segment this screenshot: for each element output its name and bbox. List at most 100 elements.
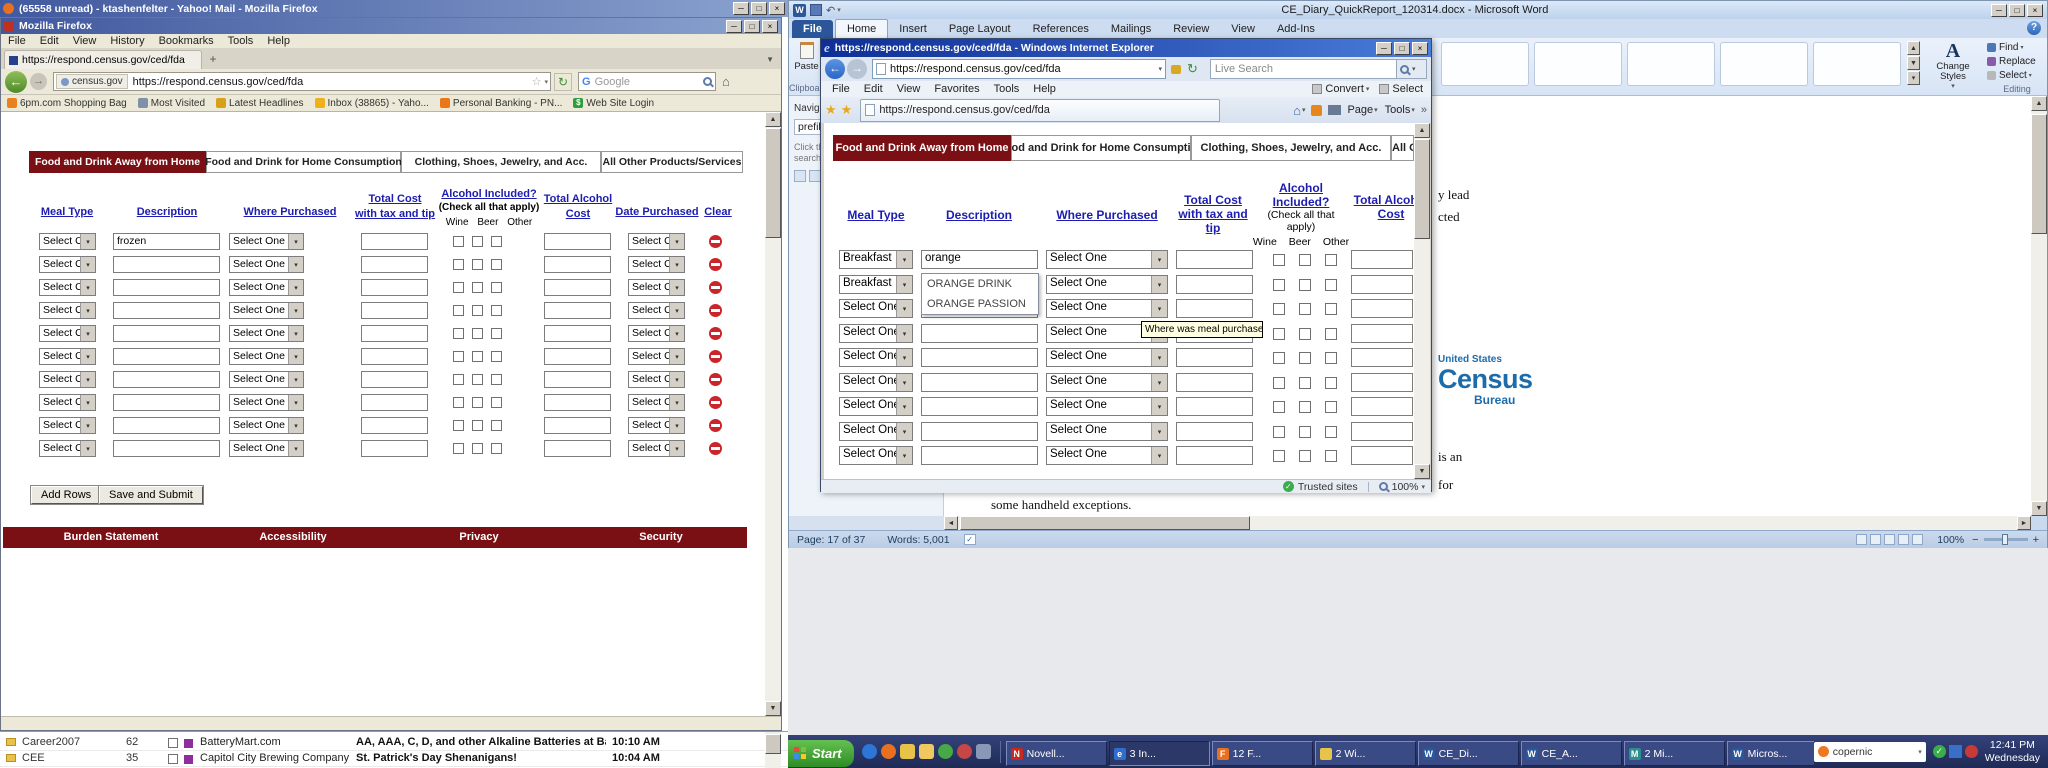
ribbon-tab-page-layout[interactable]: Page Layout [938,20,1022,38]
scrollbar-thumb[interactable] [765,734,781,754]
where-purchased-select[interactable]: Select One▾ [1046,275,1168,294]
message-checkbox[interactable] [168,738,178,748]
menu-edit[interactable]: Edit [33,34,66,48]
zoom-control[interactable]: 100% ▾ [1379,481,1425,493]
view-print-layout-button[interactable] [1856,534,1867,545]
other-checkbox[interactable] [491,397,502,408]
taskbar-button[interactable]: e3 In... [1109,741,1210,766]
gallery-down-icon[interactable]: ▼ [1907,56,1920,70]
ribbon-tab-view[interactable]: View [1220,20,1266,38]
beer-checkbox[interactable] [1299,328,1311,340]
alcohol-cost-input[interactable] [1351,299,1413,318]
firefox-titlebar[interactable]: Mozilla Firefox ─ □ × [1,18,781,34]
total-cost-input[interactable] [1176,422,1253,441]
description-input[interactable] [113,417,220,434]
menu-view[interactable]: View [66,34,104,48]
close-button[interactable]: × [769,2,785,15]
menu-tools[interactable]: Tools [987,82,1027,96]
spellcheck-icon[interactable]: ✓ [964,534,976,545]
description-input[interactable] [113,371,220,388]
meal-type-select[interactable]: Select One▾ [39,279,96,296]
date-purchased-select[interactable]: Select One▾ [628,325,685,342]
message-subject[interactable]: St. Patrick's Day Shenanigans! [356,752,606,764]
wine-checkbox[interactable] [453,259,464,270]
category-tab[interactable]: Food and Drink Away from Home [833,135,1011,161]
other-checkbox[interactable] [1325,352,1337,364]
meal-type-select[interactable]: Select One▾ [39,256,96,273]
description-input[interactable] [921,348,1038,367]
other-checkbox[interactable] [1325,450,1337,462]
zoom-slider[interactable] [1984,538,2028,541]
beer-checkbox[interactable] [1299,303,1311,315]
message-subject[interactable]: AA, AAA, C, D, and other Alkaline Batter… [356,736,606,748]
menu-edit[interactable]: Edit [857,82,890,96]
taskbar-button[interactable]: M2 Mi... [1624,741,1725,766]
alcohol-cost-input[interactable] [1351,446,1413,465]
description-input[interactable] [921,446,1038,465]
meal-type-select[interactable]: Breakfast▾ [839,275,913,294]
scroll-down-icon[interactable]: ▼ [2031,501,2047,516]
address-field[interactable]: https://respond.census.gov/ced/fda ▾ [872,59,1166,79]
where-purchased-select[interactable]: Select One▾ [229,302,304,319]
clear-row-button[interactable] [709,235,722,248]
clear-row-button[interactable] [709,258,722,271]
ribbon-tab-mailings[interactable]: Mailings [1100,20,1162,38]
wine-checkbox[interactable] [1273,450,1285,462]
clear-row-button[interactable] [709,442,722,455]
adobe-select-button[interactable]: Select [1379,83,1423,95]
beer-checkbox[interactable] [472,443,483,454]
site-identity-chip[interactable]: census.gov [56,74,128,89]
maximize-button[interactable]: □ [751,2,767,15]
home-button[interactable]: ⌂ [722,74,730,89]
description-input[interactable] [921,397,1038,416]
forward-button[interactable]: → [847,59,867,79]
convert-button[interactable]: Convert ▾ [1312,83,1369,95]
wine-checkbox[interactable] [453,374,464,385]
view-draft-button[interactable] [1912,534,1923,545]
beer-checkbox[interactable] [472,351,483,362]
wine-checkbox[interactable] [1273,401,1285,413]
scroll-left-icon[interactable]: ◄ [944,516,958,530]
tools-menu-button[interactable]: Tools [1385,104,1411,116]
clear-row-button[interactable] [709,304,722,317]
gallery-up-icon[interactable]: ▲ [1907,41,1920,55]
change-styles-button[interactable]: A Change Styles ▾ [1923,40,1983,92]
ribbon-tab-home[interactable]: Home [835,19,888,38]
meal-type-select[interactable]: Select One▾ [39,302,96,319]
category-tab[interactable]: Clothing, Shoes, Jewelry, and Acc. [401,151,601,173]
alcohol-cost-input[interactable] [544,256,611,273]
meal-type-select[interactable]: Select One▾ [39,440,96,457]
word-titlebar[interactable]: W ↶ ▾ CE_Diary_QuickReport_120314.docx -… [789,1,2047,19]
beer-checkbox[interactable] [1299,377,1311,389]
meal-type-select[interactable]: Select One▾ [839,397,913,416]
total-cost-input[interactable] [1176,348,1253,367]
clear-row-button[interactable] [709,281,722,294]
maximize-button[interactable]: □ [1394,42,1410,55]
message-checkbox[interactable] [168,754,178,764]
undo-icon[interactable]: ↶ [826,4,835,17]
total-cost-input[interactable] [1176,299,1253,318]
description-input[interactable] [921,373,1038,392]
meal-type-select[interactable]: Select One▾ [39,417,96,434]
page-scrollbar[interactable]: ▲ ▼ [765,112,781,716]
replace-button[interactable]: Replace [1987,54,2047,68]
page-menu-button[interactable]: Page [1347,104,1373,116]
other-checkbox[interactable] [1325,426,1337,438]
total-cost-input[interactable] [361,256,428,273]
where-purchased-select[interactable]: Select One▾ [1046,250,1168,269]
close-button[interactable]: × [1412,42,1428,55]
beer-checkbox[interactable] [1299,401,1311,413]
total-cost-input[interactable] [1176,275,1253,294]
where-purchased-select[interactable]: Select One▾ [1046,397,1168,416]
menu-file[interactable]: File [825,82,857,96]
ie-titlebar[interactable]: e https://respond.census.gov/ced/fda - W… [821,39,1431,57]
clear-row-button[interactable] [709,350,722,363]
ribbon-tab-add-ins[interactable]: Add-Ins [1266,20,1326,38]
yahoo-titlebar[interactable]: (65558 unread) - ktashenfelter - Yahoo! … [0,0,788,17]
menu-bookmarks[interactable]: Bookmarks [152,34,221,48]
back-button[interactable]: ← [5,71,27,93]
other-checkbox[interactable] [1325,279,1337,291]
bookmark-star-icon[interactable]: ☆ [532,75,542,88]
search-icon[interactable] [703,77,712,86]
add-rows-button[interactable]: Add Rows [31,486,101,504]
